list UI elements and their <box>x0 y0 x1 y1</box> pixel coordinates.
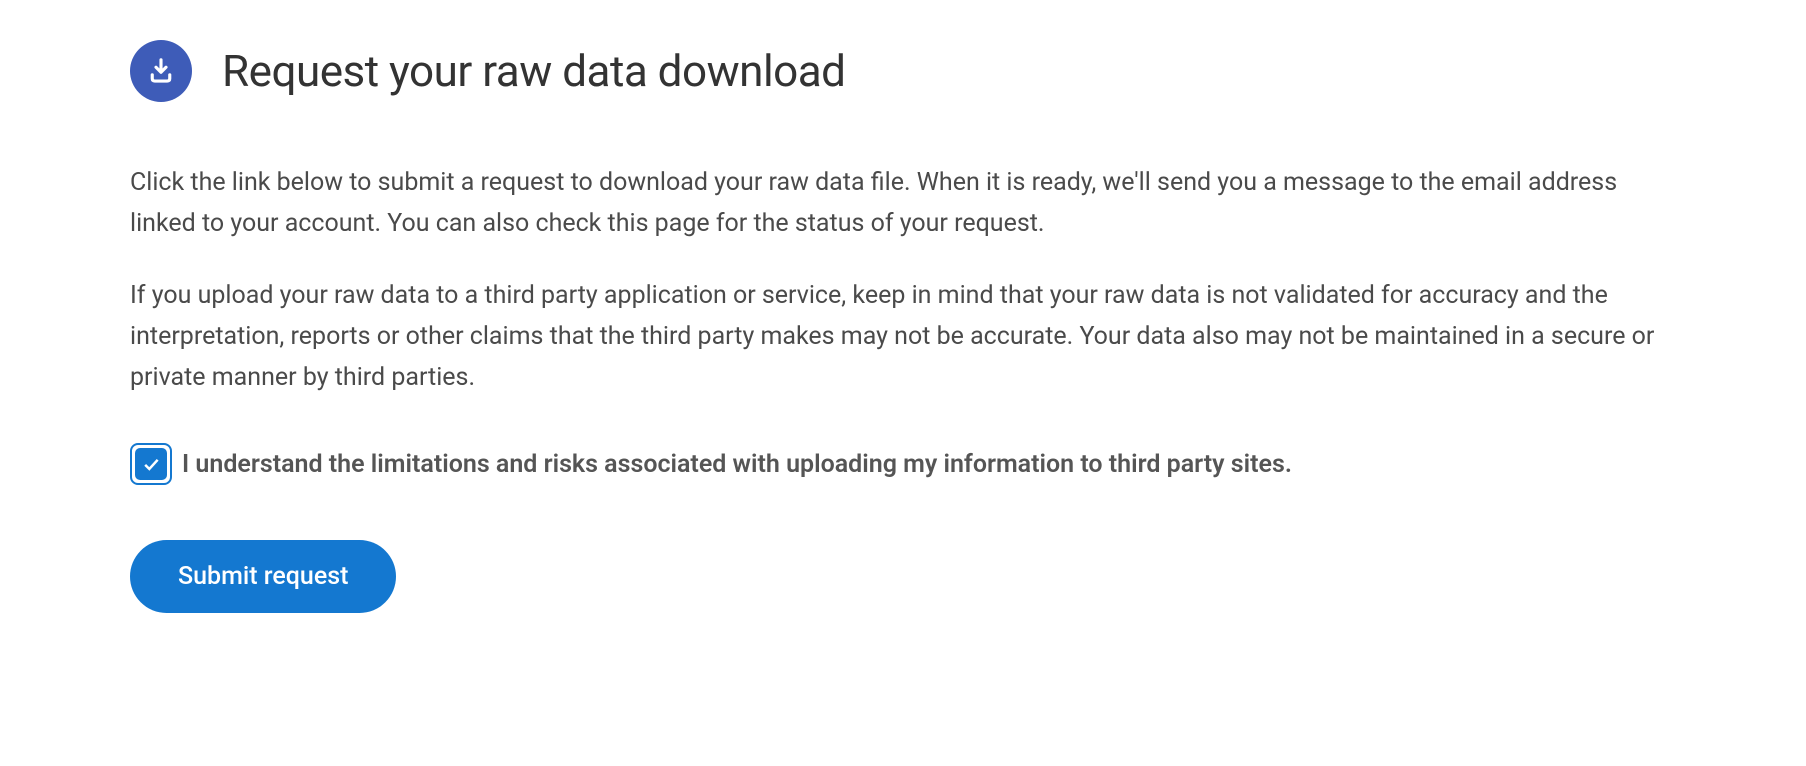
consent-label[interactable]: I understand the limitations and risks a… <box>182 447 1292 482</box>
consent-checkbox[interactable] <box>130 443 172 485</box>
page-header: Request your raw data download <box>130 40 1676 102</box>
download-icon <box>130 40 192 102</box>
consent-row: I understand the limitations and risks a… <box>130 443 1676 485</box>
page-title: Request your raw data download <box>222 45 846 97</box>
submit-request-button[interactable]: Submit request <box>130 540 396 613</box>
description-paragraph-1: Click the link below to submit a request… <box>130 162 1676 245</box>
checkmark-icon <box>141 454 161 474</box>
description-paragraph-2: If you upload your raw data to a third p… <box>130 275 1676 399</box>
